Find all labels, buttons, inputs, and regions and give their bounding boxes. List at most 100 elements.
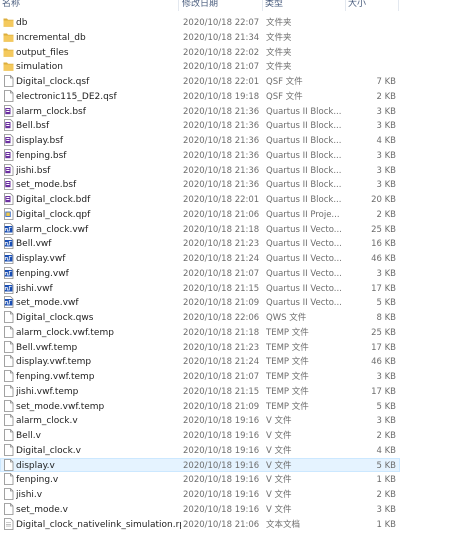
file-row[interactable]: Bell.vwf.temp 2020/10/18 21:23 TEMP 文件 17 K… (0, 340, 400, 354)
file-name: set_mode.v (16, 504, 68, 515)
file-name: Bell.vwf (16, 239, 52, 250)
file-type: TEMP 文件 (266, 401, 309, 412)
file-row[interactable]: electronic115_DE2.qsf 2020/10/18 19:18 QSF… (0, 89, 400, 103)
document-icon (3, 502, 14, 515)
file-date-modified: 2020/10/18 21:06 (183, 209, 260, 220)
file-row[interactable]: display.vwf.temp 2020/10/18 21:24 TEMP 文件 4… (0, 354, 400, 368)
file-name: Digital_clock.qws (16, 313, 94, 323)
file-type: QSF 文件 (266, 77, 303, 87)
file-type: TEMP 文件 (266, 327, 309, 338)
file-size: 20 KB (371, 195, 396, 205)
column-divider[interactable] (345, 0, 346, 11)
file-type: V 文件 (266, 431, 292, 441)
file-row[interactable]: set_mode.vwf.temp 2020/10/18 21:09 TEMP 文件… (0, 399, 400, 413)
file-type: Quartus II Block... (266, 106, 341, 117)
file-size: 8 KB (376, 313, 396, 323)
file-row[interactable]: Digital_clock.qsf 2020/10/18 22:01 QSF 文件 7… (0, 74, 400, 88)
file-size: 5 KB (376, 460, 396, 471)
file-row[interactable]: fenping.bsf 2020/10/18 21:36 Quartus II Bl… (0, 148, 400, 162)
file-size: 25 KB (371, 327, 396, 338)
file-date-modified: 2020/10/18 21:07 (183, 62, 260, 73)
file-type: TEMP 文件 (266, 372, 309, 382)
file-name: Bell.bsf (16, 121, 50, 132)
document-icon (3, 75, 14, 87)
file-row[interactable]: Digital_clock.qpf 2020/10/18 21:06 Quartus… (0, 207, 400, 221)
column-header-type[interactable]: 类型 (265, 0, 283, 12)
column-header-date[interactable]: 修改日期 (182, 0, 218, 12)
file-date-modified: 2020/10/18 21:24 (183, 254, 260, 264)
file-name: incremental_db (16, 32, 86, 43)
file-size: 17 KB (371, 386, 396, 397)
file-row[interactable]: Digital_clock.v 2020/10/18 19:16 V 文件 4 KB (0, 443, 400, 457)
file-row[interactable]: display.vwf 2020/10/18 21:24 Quartus II Ve… (0, 251, 400, 265)
file-row[interactable]: jishi.vwf 2020/10/18 21:15 Quartus II Vect… (0, 281, 400, 295)
file-type: QWS 文件 (266, 313, 307, 323)
file-row[interactable]: display.v 2020/10/18 19:16 V 文件 5 KB (0, 457, 400, 472)
file-row[interactable]: jishi.vwf.temp 2020/10/18 21:15 TEMP 文件 17 … (0, 384, 400, 398)
file-date-modified: 2020/10/18 21:18 (183, 327, 260, 338)
file-row[interactable]: display.bsf 2020/10/18 21:36 Quartus II Bl… (0, 133, 400, 147)
file-row[interactable]: incremental_db 2020/10/18 21:34 文件夹 (0, 30, 400, 44)
file-size: 46 KB (371, 254, 396, 264)
waveform-file-icon (3, 222, 14, 235)
column-header-name[interactable]: 名称 (2, 0, 20, 12)
file-name: Digital_clock.v (16, 445, 81, 456)
file-type: Quartus II Block... (266, 136, 341, 146)
file-size: 4 KB (376, 136, 396, 146)
file-name: db (16, 18, 28, 28)
block-file-icon (3, 134, 14, 146)
column-header-size[interactable]: 大小 (348, 0, 366, 12)
waveform-file-icon (3, 252, 14, 264)
file-date-modified: 2020/10/18 19:16 (183, 431, 260, 441)
file-row[interactable]: alarm_clock.vwf.temp 2020/10/18 21:18 TEMP… (0, 325, 400, 339)
file-row[interactable]: Bell.bsf 2020/10/18 21:36 Quartus II Block… (0, 118, 400, 132)
file-name: electronic115_DE2.qsf (16, 91, 117, 102)
column-divider[interactable] (262, 0, 263, 11)
file-date-modified: 2020/10/18 21:36 (183, 136, 260, 146)
file-size: 2 KB (376, 91, 396, 102)
file-row[interactable]: set_mode.vwf 2020/10/18 21:09 Quartus II V… (0, 295, 400, 309)
file-row[interactable]: Bell.v 2020/10/18 19:16 V 文件 2 KB (0, 428, 400, 442)
file-row[interactable]: Digital_clock.bdf 2020/10/18 22:01 Quartus… (0, 192, 400, 206)
file-size: 1 KB (376, 519, 396, 530)
file-size: 2 KB (376, 490, 396, 500)
file-row[interactable]: alarm_clock.bsf 2020/10/18 21:36 Quartus I… (0, 104, 400, 118)
file-row[interactable]: alarm_clock.v 2020/10/18 19:16 V 文件 3 KB (0, 413, 400, 427)
file-row[interactable]: Digital_clock_nativelink_simulation.rpt 2… (0, 517, 400, 531)
file-date-modified: 2020/10/18 19:18 (183, 91, 260, 102)
file-row[interactable]: fenping.v 2020/10/18 19:16 V 文件 1 KB (0, 472, 400, 486)
block-file-icon (3, 178, 14, 191)
file-row[interactable]: output_files 2020/10/18 22:02 文件夹 (0, 45, 400, 59)
file-type: Quartus II Block... (266, 180, 341, 191)
file-date-modified: 2020/10/18 22:01 (183, 77, 260, 87)
file-row[interactable]: set_mode.v 2020/10/18 19:16 V 文件 3 KB (0, 502, 400, 516)
file-type: Quartus II Vecto... (266, 298, 341, 309)
file-name: Digital_clock_nativelink_simulation.rpt (16, 519, 181, 530)
text-document-icon (3, 517, 14, 530)
file-date-modified: 2020/10/18 21:09 (183, 401, 260, 412)
file-type: 文本文档 (266, 519, 301, 530)
file-type: V 文件 (266, 416, 292, 427)
file-type: Quartus II Vecto... (266, 283, 341, 294)
file-row[interactable]: set_mode.bsf 2020/10/18 21:36 Quartus II B… (0, 177, 400, 191)
file-row[interactable]: jishi.bsf 2020/10/18 21:36 Quartus II Bloc… (0, 163, 400, 177)
column-divider[interactable] (398, 0, 399, 11)
file-row[interactable]: Digital_clock.qws 2020/10/18 22:06 QWS 文件 8… (0, 310, 400, 324)
file-type: V 文件 (266, 445, 292, 456)
file-row[interactable]: simulation 2020/10/18 21:07 文件夹 (0, 59, 400, 73)
file-row[interactable]: fenping.vwf.temp 2020/10/18 21:07 TEMP 文件 3… (0, 369, 400, 383)
document-icon (3, 384, 14, 397)
file-type: Quartus II Block... (266, 165, 341, 176)
file-row[interactable]: alarm_clock.vwf 2020/10/18 21:18 Quartus I… (0, 222, 400, 236)
file-name: jishi.vwf (16, 283, 53, 294)
column-divider[interactable] (178, 0, 179, 11)
file-row[interactable]: Bell.vwf 2020/10/18 21:23 Quartus II Vecto… (0, 236, 400, 250)
file-date-modified: 2020/10/18 22:07 (183, 18, 260, 28)
file-row[interactable]: jishi.v 2020/10/18 19:16 V 文件 2 KB (0, 487, 400, 501)
file-type: Quartus II Proje... (266, 209, 340, 220)
file-type: Quartus II Vecto... (266, 239, 341, 250)
file-row[interactable]: db 2020/10/18 22:07 文件夹 (0, 15, 400, 29)
file-type: 文件夹 (266, 62, 292, 73)
document-icon (3, 355, 14, 368)
file-row[interactable]: fenping.vwf 2020/10/18 21:07 Quartus II Ve… (0, 266, 400, 280)
